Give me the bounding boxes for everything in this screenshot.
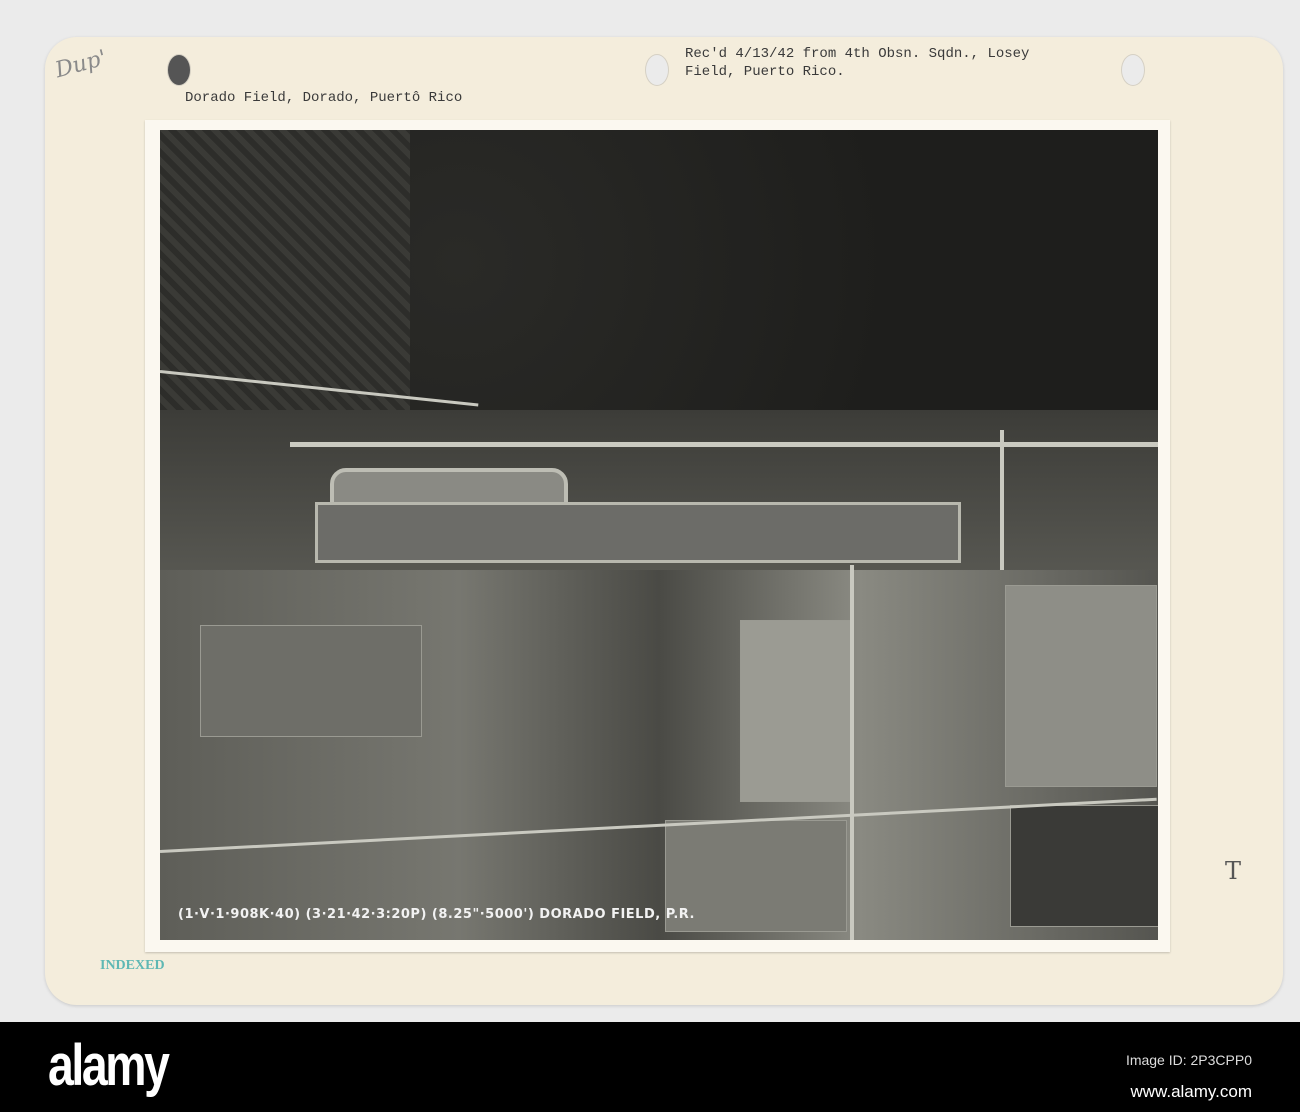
road xyxy=(290,442,1158,447)
punch-hole xyxy=(1121,54,1145,86)
field xyxy=(1005,585,1157,787)
site-url[interactable]: www.alamy.com xyxy=(1130,1082,1252,1102)
field xyxy=(200,625,422,737)
watermark-banner: alamy Image ID: 2P3CPP0 www.alamy.com xyxy=(0,1022,1300,1112)
field xyxy=(1010,805,1158,927)
runway xyxy=(315,502,961,563)
image-id: Image ID: 2P3CPP0 xyxy=(1125,1052,1252,1068)
indexed-stamp: INDEXED xyxy=(100,958,165,973)
field xyxy=(740,620,852,802)
punch-hole xyxy=(167,54,191,86)
handwritten-note: Dup' xyxy=(52,45,110,84)
aerial-photo: (1·V·1·908K·40) (3·21·42·3:20P) (8.25"·5… xyxy=(160,130,1158,940)
alamy-logo: alamy xyxy=(48,1033,170,1098)
road xyxy=(1000,430,1004,570)
photo-caption: (1·V·1·908K·40) (3·21·42·3:20P) (8.25"·5… xyxy=(178,907,695,922)
scrub-area xyxy=(160,410,1158,590)
road xyxy=(850,565,854,940)
punch-hole xyxy=(645,54,669,86)
received-note-line1: Rec'd 4/13/42 from 4th Obsn. Sqdn., Lose… xyxy=(685,46,1030,62)
received-note-line2: Field, Puerto Rico. xyxy=(685,64,845,80)
location-label: Dorado Field, Dorado, Puertô Rico xyxy=(185,90,463,106)
margin-mark: T xyxy=(1225,857,1242,885)
